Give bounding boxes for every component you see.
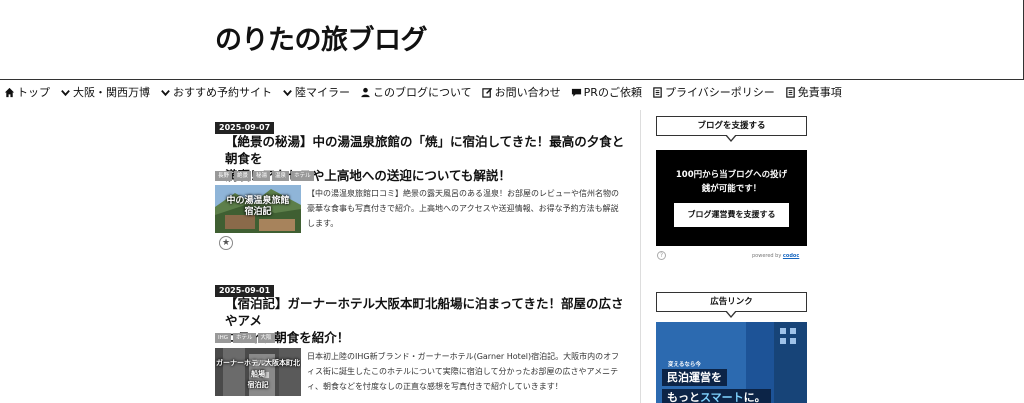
post-tags: 長野 絶景 秘湯 温泉 ホテル: [215, 171, 314, 181]
nav-item-expo[interactable]: 大阪・関西万博: [60, 84, 150, 100]
ad-heading: 広告リンク: [656, 292, 807, 318]
user-icon: [361, 87, 370, 97]
tag[interactable]: 大阪: [257, 333, 275, 343]
nav-item-label: 大阪・関西万博: [73, 86, 150, 99]
nav-item-disclaimer[interactable]: 免責事項: [785, 84, 842, 100]
support-widget: 100円から当ブログへの投げ 銭が可能です！ ブログ運営費を支援する: [656, 150, 807, 246]
ad-window: [780, 328, 786, 334]
ad-banner[interactable]: 変えるなら今 民泊運営を もっとスマートに。: [656, 322, 807, 403]
support-text-line: 銭が可能です！: [701, 184, 762, 194]
support-heading: ブログを支援する: [656, 116, 807, 142]
tag[interactable]: IHG: [215, 333, 232, 343]
comment-icon: [571, 88, 581, 97]
nav-item-label: このブログについて: [373, 86, 472, 99]
nav-item-top[interactable]: トップ: [4, 84, 50, 100]
nav-item-label: お問い合わせ: [494, 86, 561, 99]
ad-small-text: 変えるなら今: [668, 362, 701, 368]
post-card: 2025-09-07 【絶景の秘湯】中の湯温泉旅館の「焼」に宿泊してきた！最高の…: [215, 115, 625, 250]
chevron-down-icon: [61, 89, 70, 96]
thumbnail-caption: 中の湯温泉旅館 宿泊記: [215, 196, 301, 218]
nav-item-label: 免責事項: [797, 86, 842, 99]
post-thumbnail[interactable]: ガーナーホテル大阪本町北船場 宿泊記: [215, 348, 301, 396]
document-icon: [653, 86, 662, 98]
ad-headline-part: に。: [743, 391, 766, 403]
ad-background: [774, 322, 807, 403]
nav-item-label: プライバシーポリシー: [664, 86, 775, 99]
tag[interactable]: 温泉: [272, 171, 290, 181]
post-title-line: 【絶景の秘湯】中の湯温泉旅館の「焼」に宿泊してきた！最高の夕食と朝食を: [225, 134, 625, 166]
star-icon[interactable]: ★: [219, 236, 233, 250]
site-header: のりたの旅ブログ: [0, 0, 1024, 80]
nav-item-label: PRのご依頼: [583, 86, 642, 99]
nav-item-label: 陸マイラー: [295, 86, 350, 99]
support-button[interactable]: ブログ運営費を支援する: [674, 203, 789, 227]
nav-item-miler[interactable]: 陸マイラー: [282, 84, 350, 100]
nav-item-about[interactable]: このブログについて: [360, 84, 472, 100]
post-tags: IHG ホテル 大阪: [215, 333, 275, 343]
ad-headline: 民泊運営を: [662, 369, 727, 386]
tag[interactable]: ホテル: [291, 171, 314, 181]
home-icon: [4, 87, 15, 97]
ad-window: [790, 338, 796, 344]
post-title[interactable]: 【宿泊記】ガーナーホテル大阪本町北船場に泊まってきた！部屋の広さやアメ ニティ、…: [225, 295, 625, 346]
ad-headline-part: もっと: [667, 391, 700, 403]
tag[interactable]: 秘湯: [253, 171, 271, 181]
post-thumbnail[interactable]: 中の湯温泉旅館 宿泊記: [215, 185, 301, 233]
post-title-line: ニティ、朝食を紹介！: [225, 330, 350, 345]
ad-headline: もっとスマートに。: [662, 389, 771, 403]
support-text: 100円から当ブログへの投げ 銭が可能です！: [664, 168, 799, 196]
nav-item-booking-sites[interactable]: おすすめ予約サイト: [160, 84, 272, 100]
tag[interactable]: 絶景: [234, 171, 252, 181]
support-text-line: 100円から当ブログへの投げ: [675, 170, 788, 180]
post-card: 2025-09-01 【宿泊記】ガーナーホテル大阪本町北船場に泊まってきた！部屋…: [215, 278, 625, 396]
thumbnail-caption-line: 中の湯温泉旅館: [226, 196, 290, 206]
post-title-line: 【宿泊記】ガーナーホテル大阪本町北船場に泊まってきた！部屋の広さやアメ: [225, 296, 624, 328]
chevron-down-icon: [283, 89, 292, 96]
nav-item-label: トップ: [17, 86, 50, 99]
column-divider: [640, 110, 641, 403]
nav-item-label: おすすめ予約サイト: [173, 86, 272, 99]
help-icon[interactable]: ?: [657, 251, 666, 260]
edit-icon: [481, 87, 492, 98]
nav-item-contact[interactable]: お問い合わせ: [481, 84, 561, 100]
global-nav: トップ 大阪・関西万博 おすすめ予約サイト 陸マイラー このブログについて お問…: [0, 82, 852, 102]
powered-by-link[interactable]: codoc: [783, 253, 799, 259]
post-excerpt: 日本初上陸のIHG新ブランド・ガーナーホテル(Garner Hotel)宿泊記。…: [307, 352, 620, 391]
thumbnail-caption: ガーナーホテル大阪本町北船場 宿泊記: [215, 358, 301, 391]
powered-by: powered by codoc: [752, 253, 799, 259]
ad-window: [790, 328, 796, 334]
tag[interactable]: ホテル: [233, 333, 256, 343]
powered-by-label: powered by: [752, 253, 782, 259]
post-excerpt: 【中の湯温泉旅館口コミ】絶景の露天風呂のある温泉！お部屋のレビューや信州名物の豪…: [307, 189, 619, 228]
site-title[interactable]: のりたの旅ブログ: [215, 18, 428, 57]
thumbnail-caption-line: 宿泊記: [244, 207, 272, 217]
tag[interactable]: 長野: [215, 171, 233, 181]
thumbnail-caption-line: ガーナーホテル大阪本町北船場: [216, 359, 300, 378]
thumbnail-caption-line: 宿泊記: [247, 381, 269, 389]
ad-window: [780, 338, 786, 344]
nav-item-privacy[interactable]: プライバシーポリシー: [652, 84, 775, 100]
chevron-down-icon: [161, 89, 170, 96]
nav-item-pr[interactable]: PRのご依頼: [571, 84, 642, 100]
document-icon: [785, 86, 795, 98]
ad-headline-highlight: スマート: [700, 391, 744, 403]
